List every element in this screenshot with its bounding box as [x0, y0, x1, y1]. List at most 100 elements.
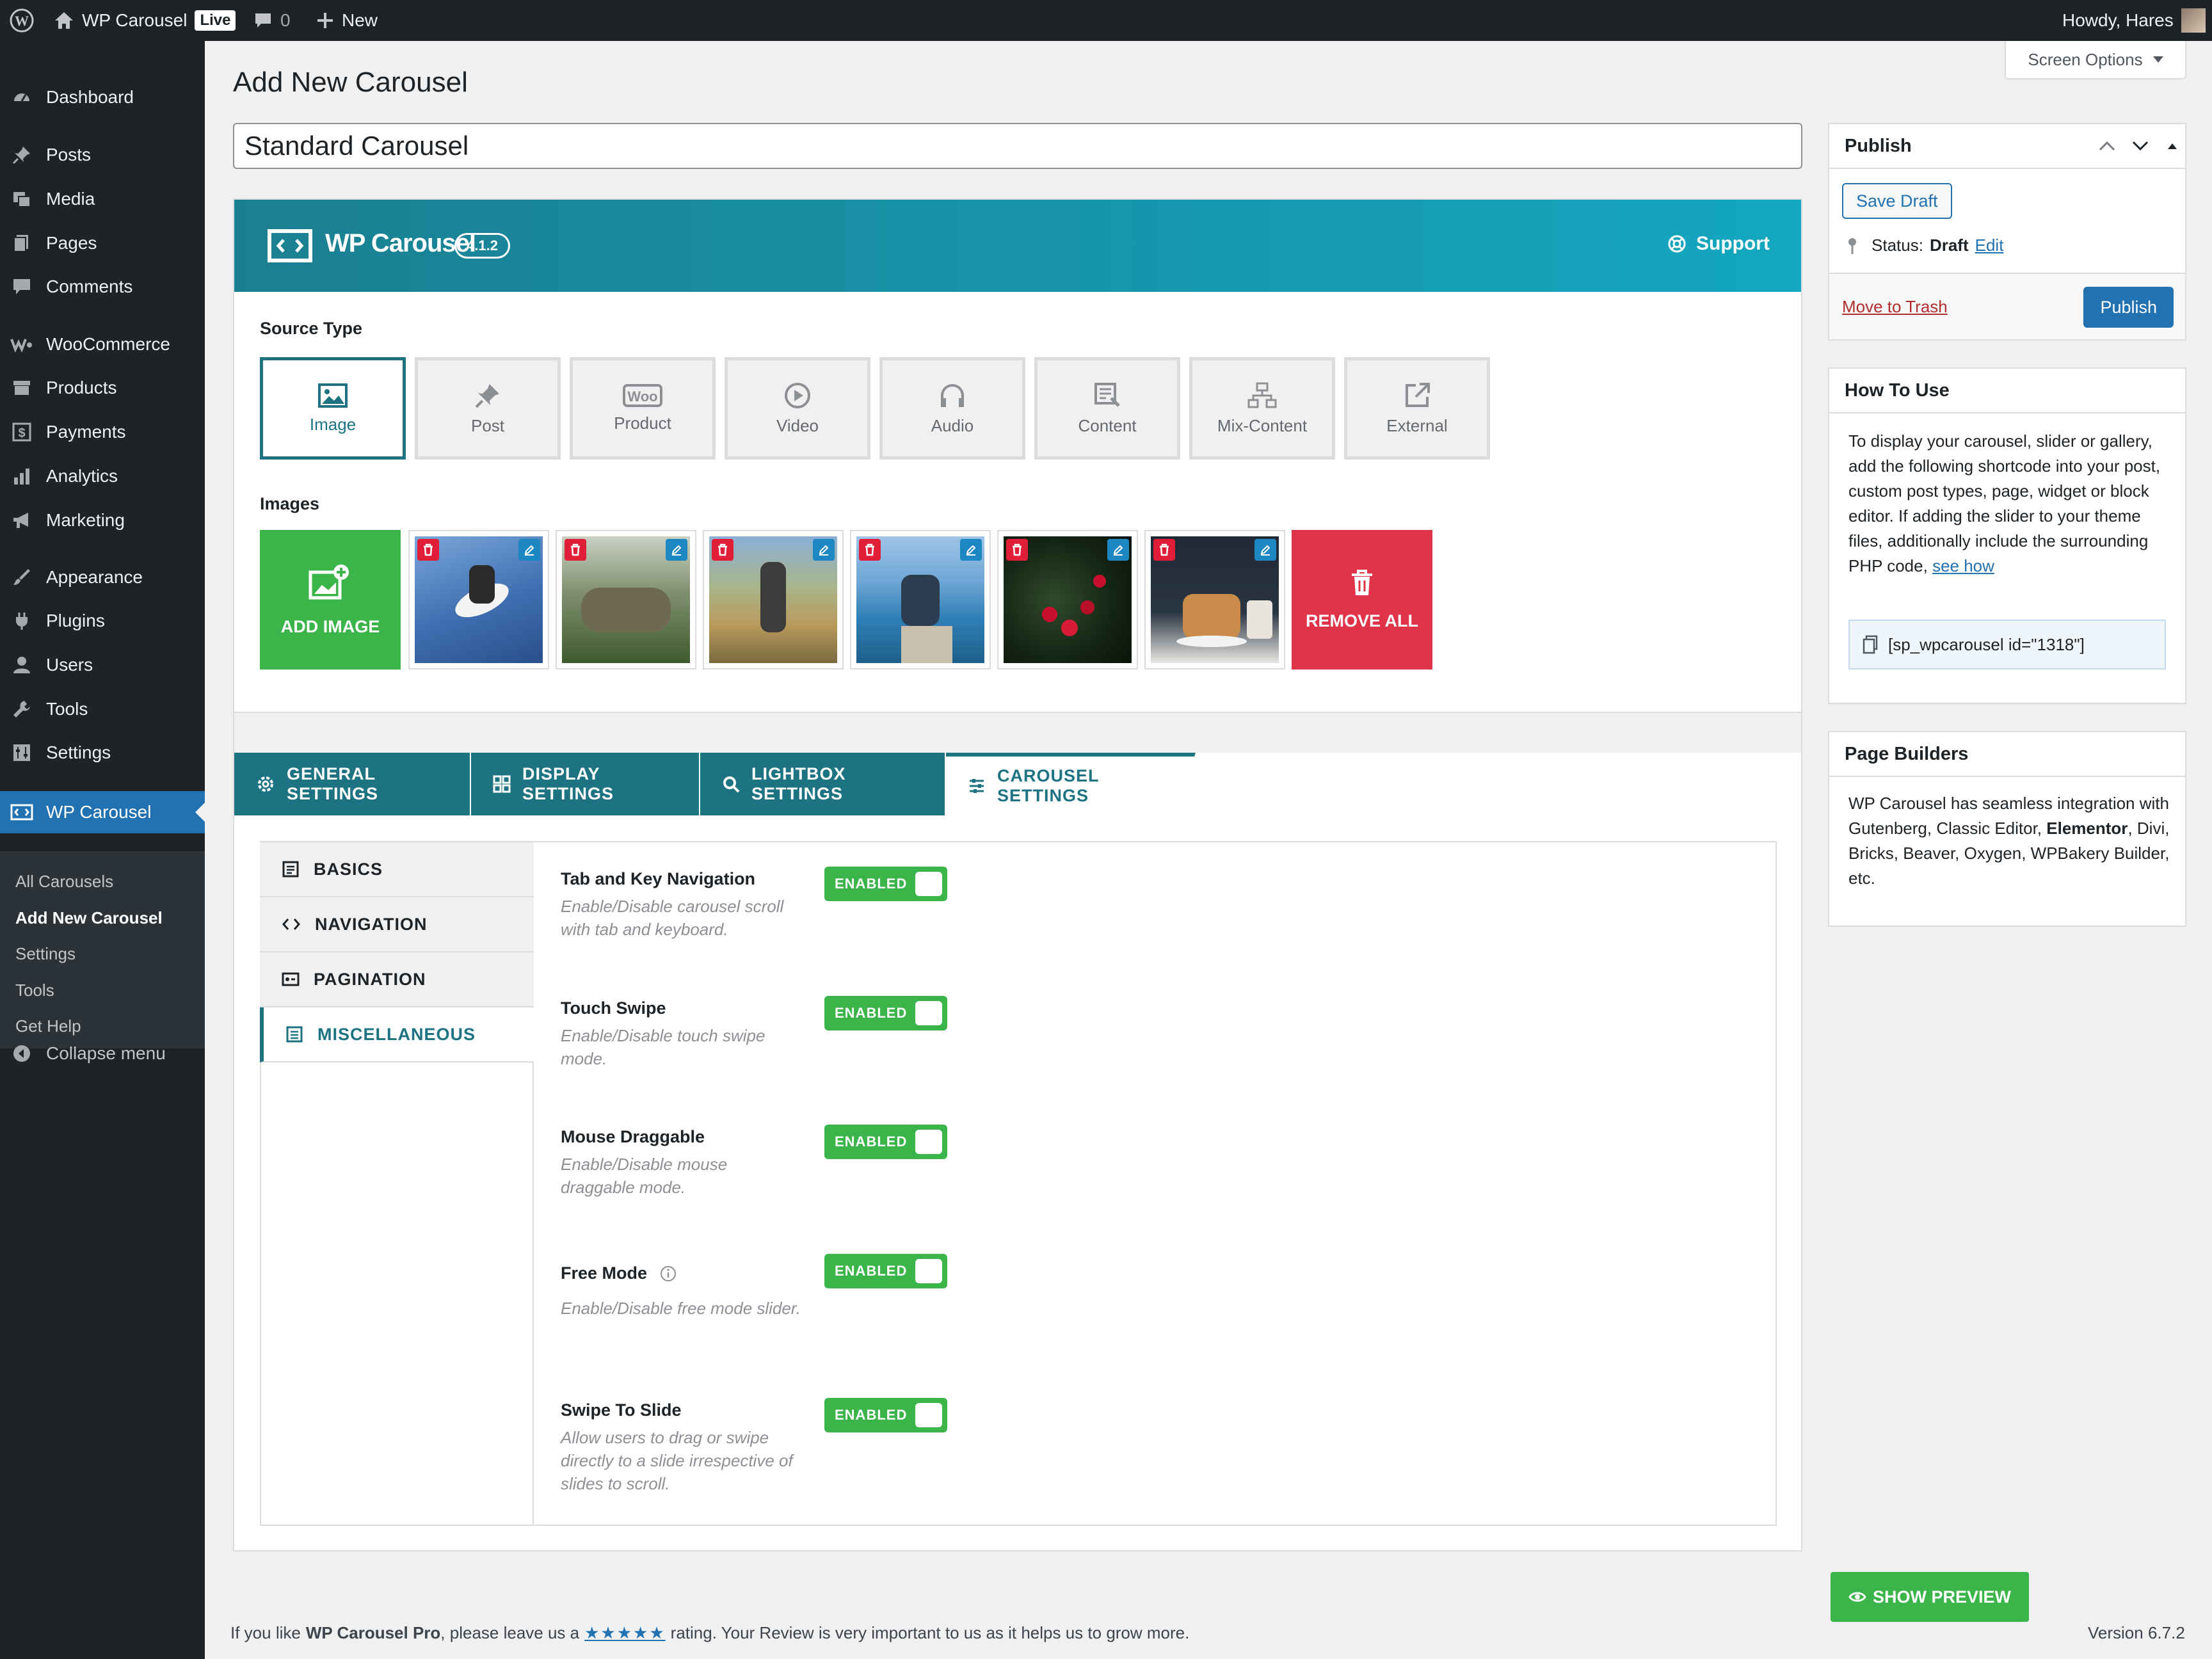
wordpress-logo-icon[interactable]: W [9, 0, 35, 41]
image-thumbnail[interactable] [850, 530, 991, 669]
menu-comments[interactable]: Comments [0, 268, 205, 306]
new-content-link[interactable]: New [316, 0, 378, 41]
collapse-menu-button[interactable]: Collapse menu [0, 1034, 205, 1073]
delete-image-button[interactable] [712, 539, 733, 561]
menu-woocommerce[interactable]: WooCommerce [0, 325, 205, 364]
plugin-header: WP Carousel 4.1.2 Support [234, 200, 1801, 292]
toggle-free-mode[interactable]: ENABLED [824, 1254, 947, 1288]
menu-label: Posts [46, 145, 92, 164]
lifebuoy-icon [1667, 234, 1687, 254]
show-preview-button[interactable]: SHOW PREVIEW [1831, 1572, 2029, 1622]
toggle-knob [915, 1259, 942, 1283]
delete-image-button[interactable] [565, 539, 586, 561]
menu-users[interactable]: Users [0, 646, 205, 684]
tab-lightbox-settings[interactable]: LIGHTBOX SETTINGS [700, 753, 946, 815]
toggle-swipe-to-slide[interactable]: ENABLED [824, 1398, 947, 1432]
menu-analytics[interactable]: Analytics [0, 457, 205, 495]
source-external-button[interactable]: External [1344, 357, 1490, 460]
delete-image-button[interactable] [1153, 539, 1175, 561]
edit-status-link[interactable]: Edit [1975, 236, 2004, 255]
plus-icon [316, 12, 334, 29]
image-thumbnail[interactable] [703, 530, 844, 669]
edit-image-button[interactable] [666, 539, 687, 561]
source-post-button[interactable]: Post [415, 357, 561, 460]
delete-image-button[interactable] [1006, 539, 1028, 561]
menu-tools[interactable]: Tools [0, 690, 205, 728]
user-icon [10, 653, 33, 677]
subtab-navigation[interactable]: NAVIGATION [260, 897, 534, 952]
shortcode-box[interactable]: [sp_wpcarousel id="1318"] [1848, 620, 2166, 669]
menu-products[interactable]: Products [0, 369, 205, 407]
menu-marketing[interactable]: Marketing [0, 501, 205, 540]
support-link[interactable]: Support [1667, 233, 1770, 255]
tab-display-settings[interactable]: DISPLAY SETTINGS [471, 753, 700, 815]
menu-appearance[interactable]: Appearance [0, 558, 205, 597]
chevron-down-icon[interactable] [2131, 140, 2149, 152]
sitemap-icon [1247, 381, 1278, 410]
edit-image-button[interactable] [813, 539, 835, 561]
edit-image-button[interactable] [1254, 539, 1276, 561]
woo-icon [10, 333, 33, 356]
source-mix-content-button[interactable]: Mix-Content [1189, 357, 1335, 460]
copy-icon[interactable] [1863, 635, 1878, 654]
publish-button[interactable]: Publish [2083, 287, 2174, 328]
edit-image-button[interactable] [960, 539, 982, 561]
submenu-add-new-carousel[interactable]: Add New Carousel [15, 908, 163, 928]
source-content-button[interactable]: Content [1034, 357, 1180, 460]
save-draft-button[interactable]: Save Draft [1842, 183, 1952, 219]
edit-image-button[interactable] [1107, 539, 1129, 561]
menu-dashboard[interactable]: Dashboard [0, 78, 205, 116]
toggle-tab-key-navigation[interactable]: ENABLED [824, 867, 947, 901]
info-icon[interactable] [660, 1265, 677, 1282]
remove-all-button[interactable]: REMOVE ALL [1292, 530, 1432, 669]
rating-stars-link[interactable]: ★★★★★ [584, 1623, 666, 1643]
subtab-miscellaneous[interactable]: MISCELLANEOUS [260, 1007, 534, 1062]
source-video-button[interactable]: Video [725, 357, 870, 460]
my-account-link[interactable]: Howdy, Hares [2062, 0, 2206, 41]
toggle-touch-swipe[interactable]: ENABLED [824, 996, 947, 1030]
submenu-settings[interactable]: Settings [15, 944, 76, 964]
chevron-up-icon[interactable] [2098, 140, 2116, 152]
image-thumbnail[interactable] [997, 530, 1138, 669]
toggle-state-label: ENABLED [835, 1263, 908, 1279]
add-image-button[interactable]: ADD IMAGE [260, 530, 401, 669]
source-audio-button[interactable]: Audio [879, 357, 1025, 460]
tab-carousel-settings[interactable]: CAROUSEL SETTINGS [946, 753, 1196, 815]
toggle-panel-icon[interactable] [2167, 142, 2177, 150]
menu-wp-carousel[interactable]: WP Carousel [0, 791, 205, 833]
menu-plugins[interactable]: Plugins [0, 602, 205, 640]
toggle-mouse-draggable[interactable]: ENABLED [824, 1125, 947, 1159]
delete-image-button[interactable] [859, 539, 881, 561]
submenu-get-help[interactable]: Get Help [15, 1016, 81, 1036]
image-thumbnail[interactable] [408, 530, 549, 669]
post-title-input[interactable]: Standard Carousel [233, 123, 1802, 169]
toggle-state-label: ENABLED [835, 1407, 908, 1423]
admin-bar: W WP Carousel Live 0 New Howdy, Hares [0, 0, 2212, 41]
tab-general-settings[interactable]: GENERAL SETTINGS [234, 753, 471, 815]
move-to-trash-link[interactable]: Move to Trash [1842, 297, 1948, 317]
submenu-all-carousels[interactable]: All Carousels [15, 872, 113, 892]
menu-label: Tools [46, 699, 88, 719]
image-thumbnail[interactable] [1144, 530, 1285, 669]
menu-label: Appearance [46, 567, 143, 587]
submenu-tools[interactable]: Tools [15, 981, 54, 1000]
source-product-button[interactable]: Woo Product [570, 357, 716, 460]
see-how-link[interactable]: see how [1932, 556, 1994, 575]
menu-payments[interactable]: $ Payments [0, 413, 205, 451]
edit-image-button[interactable] [518, 539, 540, 561]
delete-image-button[interactable] [417, 539, 439, 561]
subtab-label: BASICS [314, 859, 383, 879]
comments-link[interactable]: 0 [253, 0, 291, 41]
screen-options-button[interactable]: Screen Options [2005, 41, 2186, 79]
site-name-link[interactable]: WP Carousel Live [54, 0, 236, 41]
menu-settings[interactable]: Settings [0, 733, 205, 772]
menu-pages[interactable]: Pages [0, 224, 205, 262]
subtab-pagination[interactable]: PAGINATION [260, 952, 534, 1007]
source-image-button[interactable]: Image [260, 357, 406, 460]
menu-media[interactable]: Media [0, 180, 205, 218]
subtab-basics[interactable]: BASICS [260, 842, 534, 897]
publish-box-header: Publish [1829, 124, 2185, 169]
menu-posts[interactable]: Posts [0, 136, 205, 174]
image-thumbnail[interactable] [556, 530, 696, 669]
page-title: Add New Carousel [233, 67, 468, 98]
